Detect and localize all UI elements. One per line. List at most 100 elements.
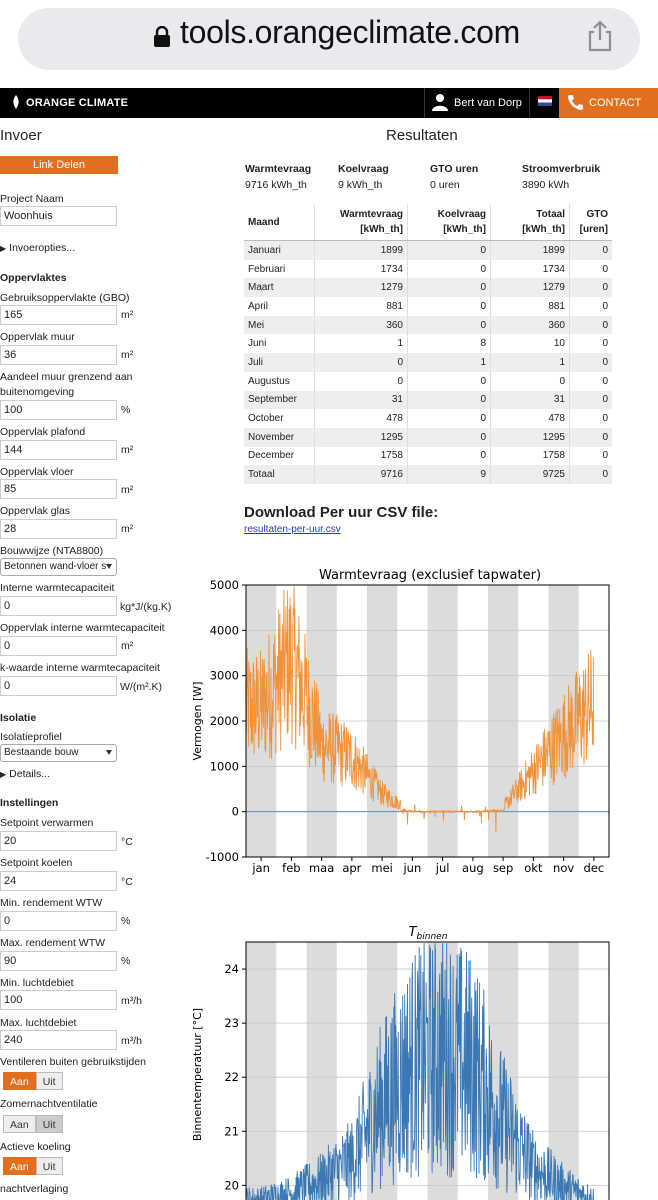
table-cell: 360 <box>314 315 408 335</box>
x-tick-label: okt <box>524 861 543 875</box>
field-label: Setpoint verwarmen <box>0 817 94 829</box>
table-cell: 1758 <box>490 446 570 466</box>
table-cell: Augustus <box>248 375 290 387</box>
input-options-toggle[interactable]: Invoeropties... <box>0 242 75 254</box>
summary-electricity: Stroomverbruik 3890 kWh <box>522 163 600 191</box>
k-value-input[interactable]: 0 <box>0 676 117 696</box>
heating-setpoint-input[interactable]: 20 <box>0 831 117 851</box>
indoor-temperature-chart: Tbinnen 20 21 22 23 24 Binnentemperatuur [°C] <box>191 925 610 1200</box>
nav-divider <box>529 88 530 118</box>
y-tick-label: 3000 <box>210 669 239 683</box>
table-cell: 0 <box>569 240 612 260</box>
floor-area-input[interactable]: 85 <box>0 479 117 499</box>
csv-download-link[interactable]: resultaten-per-uur.csv <box>244 524 341 535</box>
toggle-off-button[interactable]: Uit <box>35 1072 63 1090</box>
table-cell: Januari <box>244 240 315 260</box>
toggle-label: Ventileren buiten gebruikstijden <box>0 1056 146 1068</box>
table-cell: 31 <box>314 390 408 410</box>
table-cell: 8 <box>407 334 491 354</box>
section-areas: Oppervlaktes <box>0 272 67 284</box>
field-label: Min. rendement WTW <box>0 897 103 909</box>
table-cell: 0 <box>314 353 408 372</box>
x-tick-label: sep <box>493 861 513 875</box>
heating-demand-chart: Warmtevraag (exclusief tapwater) -1000 0 10… <box>191 568 610 875</box>
x-tick-label: maa <box>309 861 334 875</box>
table-cell: 0 <box>407 315 491 335</box>
toggle-on-button[interactable]: Aan <box>3 1157 36 1175</box>
table-cell: Juni <box>248 338 267 350</box>
table-cell: Maart <box>244 278 315 298</box>
table-cell: 0 <box>407 371 491 391</box>
table-cell: 1279 <box>314 278 408 298</box>
site-logo[interactable]: ORANGE CLIMATE <box>12 95 128 109</box>
dutch-flag-icon[interactable] <box>538 96 552 106</box>
table-cell: December <box>248 450 295 462</box>
summary-gto: GTO uren 0 uren <box>430 163 478 191</box>
contact-label: CONTACT <box>589 97 642 109</box>
summary-key: Koelvraag <box>338 163 389 175</box>
table-cell: October <box>248 413 284 425</box>
internal-capacity-area-input[interactable]: 0 <box>0 636 117 656</box>
toggle-on-button[interactable]: Aan <box>3 1115 36 1133</box>
min-airflow-input[interactable]: 100 <box>0 990 117 1010</box>
table-cell: 1 <box>314 334 408 354</box>
toggle-label: Zomernachtventilatie <box>0 1098 98 1110</box>
construction-select[interactable]: Betonnen wand-vloer s <box>0 558 117 576</box>
ventilation-toggle[interactable]: Aan Uit <box>3 1072 63 1090</box>
summer-night-ventilation-toggle[interactable]: Aan Uit <box>3 1115 63 1133</box>
internal-heat-capacity-input[interactable]: 0 <box>0 596 117 616</box>
details-toggle[interactable]: Details... <box>0 768 50 780</box>
summary-value: 9 kWh_th <box>338 179 383 191</box>
table-cell: 0 <box>407 409 491 428</box>
table-cell: 0 <box>569 259 612 279</box>
unit-label: kg*J/(kg.K) <box>120 601 172 613</box>
wall-outside-share-input[interactable]: 100 <box>0 400 117 420</box>
x-tick-label: dec <box>584 861 605 875</box>
table-cell: 0 <box>407 278 491 298</box>
table-cell: 1899 <box>490 240 570 260</box>
field-label: Oppervlak muur <box>0 331 75 343</box>
isolation-select[interactable]: Bestaande bouw <box>0 744 117 762</box>
y-tick-label: 23 <box>224 1016 239 1030</box>
ceiling-area-input[interactable]: 144 <box>0 440 117 460</box>
wall-area-input[interactable]: 36 <box>0 345 117 365</box>
user-name: Bert van Dorp <box>454 97 522 109</box>
unit-label: m² <box>121 349 134 361</box>
toggle-off-button[interactable]: Uit <box>35 1157 63 1175</box>
isolation-value: Bestaande bouw <box>4 747 79 758</box>
field-label: Setpoint koelen <box>0 857 73 869</box>
input-title: Invoer <box>0 127 42 144</box>
field-label: Oppervlak plafond <box>0 426 86 438</box>
user-menu[interactable]: Bert van Dorp <box>432 93 522 111</box>
max-airflow-input[interactable]: 240 <box>0 1030 117 1050</box>
table-cell: 881 <box>490 297 570 316</box>
y-tick-label: 0 <box>232 805 239 819</box>
active-cooling-toggle[interactable]: Aan Uit <box>3 1157 63 1175</box>
table-cell: 1279 <box>490 278 570 298</box>
glass-area-input[interactable]: 28 <box>0 519 117 539</box>
table-row: Juli 0 1 1 0 <box>244 353 612 372</box>
gbo-input[interactable]: 165 <box>0 305 117 325</box>
x-tick-label: nov <box>553 861 574 875</box>
y-tick-label: 4000 <box>210 623 239 637</box>
table-cell: 0 <box>569 315 612 335</box>
share-icon[interactable] <box>585 20 615 52</box>
table-row: Mei 360 0 360 0 <box>244 315 612 335</box>
toggle-off-button[interactable]: Uit <box>35 1115 63 1133</box>
table-cell: 0 <box>407 427 491 447</box>
field-label: Max. rendement WTW <box>0 937 106 949</box>
contact-button[interactable]: CONTACT <box>559 88 658 118</box>
table-row: Totaal 9716 9 9725 0 <box>244 465 612 484</box>
cooling-setpoint-input[interactable]: 24 <box>0 871 117 891</box>
share-link-button[interactable]: Link Delen <box>0 156 118 174</box>
results-title: Resultaten <box>386 127 458 144</box>
address-url[interactable]: tools.orangeclimate.com <box>180 14 520 51</box>
toggle-on-button[interactable]: Aan <box>3 1072 36 1090</box>
table-cell: Juli <box>244 353 315 372</box>
table-row: September 31 0 31 0 <box>244 390 612 410</box>
project-name-input[interactable]: Woonhuis <box>0 206 117 226</box>
max-hrv-efficiency-input[interactable]: 90 <box>0 951 117 971</box>
min-hrv-efficiency-input[interactable]: 0 <box>0 911 117 931</box>
table-cell: 0 <box>569 409 612 428</box>
field-label-cont: buitenomgeving <box>0 386 75 398</box>
